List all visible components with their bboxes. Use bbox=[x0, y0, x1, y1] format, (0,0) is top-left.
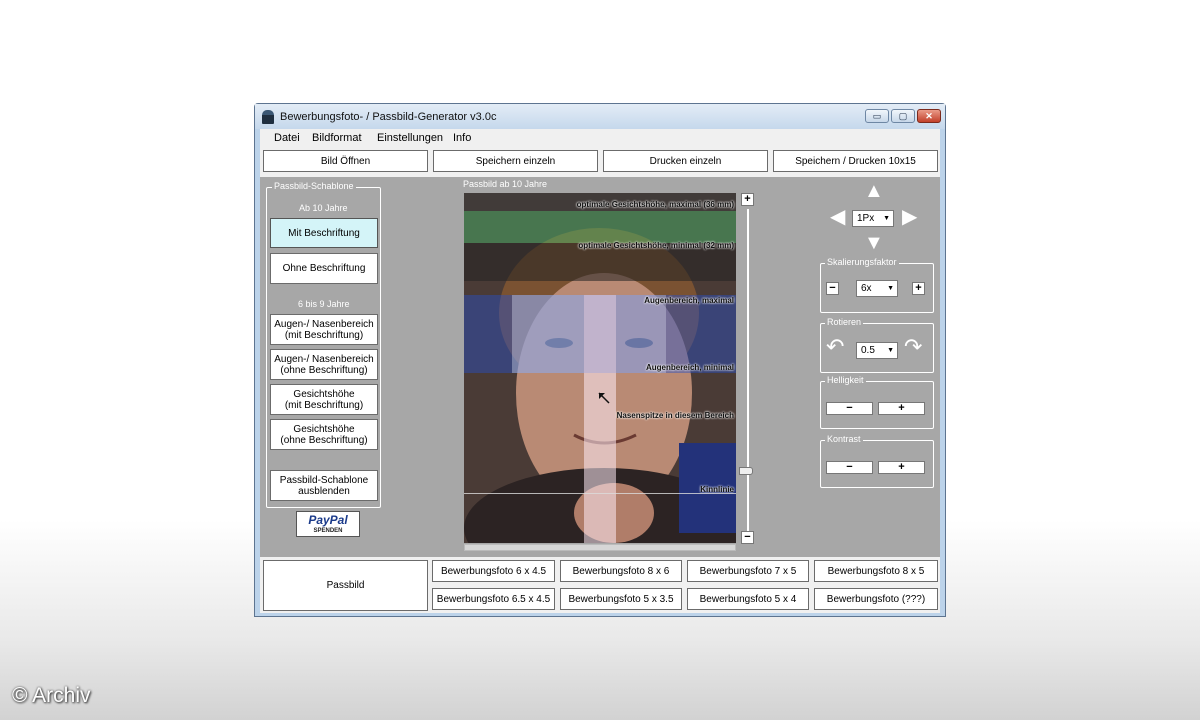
scale-value: 6x bbox=[861, 283, 872, 294]
client-area: Datei Bildformat Einstellungen Info Bild… bbox=[260, 129, 940, 613]
close-button[interactable]: ✕ bbox=[917, 109, 941, 123]
chevron-down-icon: ▼ bbox=[887, 285, 894, 292]
scale-plus-button[interactable]: + bbox=[912, 282, 925, 295]
section-6-9: 6 bis 9 Jahre bbox=[298, 299, 350, 309]
button-line: ausblenden bbox=[298, 485, 350, 497]
button-line: (mit Beschriftung) bbox=[284, 399, 364, 411]
button-line: Gesichtshöhe bbox=[293, 388, 355, 400]
menu-einstellungen[interactable]: Einstellungen bbox=[377, 132, 443, 144]
copyright-watermark: © Archiv bbox=[12, 684, 91, 707]
format-passbild-button[interactable]: Passbild bbox=[263, 560, 428, 611]
menu-info[interactable]: Info bbox=[453, 132, 471, 144]
eye-left-overlay bbox=[512, 295, 584, 373]
paypal-spenden: SPENDEN bbox=[313, 528, 343, 534]
move-down-icon[interactable]: ▼ bbox=[864, 233, 884, 253]
zoom-slider-track[interactable] bbox=[747, 209, 749, 531]
maximize-button[interactable]: ▢ bbox=[891, 109, 915, 123]
button-line: Passbild-Schablone bbox=[279, 474, 369, 486]
format-5x3.5-button[interactable]: Bewerbungsfoto 5 x 3.5 bbox=[560, 588, 682, 610]
contrast-plus-button[interactable]: + bbox=[878, 461, 925, 474]
brightness-minus-button[interactable]: − bbox=[826, 402, 873, 415]
label-eye-min: Augenbereich, minimal bbox=[645, 363, 734, 372]
mouse-cursor-icon bbox=[598, 392, 610, 404]
menu-bar: Datei Bildformat Einstellungen Info bbox=[260, 129, 940, 149]
template-with-labels-button[interactable]: Mit Beschriftung bbox=[270, 218, 378, 248]
brightness-label: Helligkeit bbox=[825, 375, 866, 385]
chevron-down-icon: ▼ bbox=[883, 215, 890, 222]
nose-column-overlay bbox=[584, 295, 616, 543]
format-5x4-button[interactable]: Bewerbungsfoto 5 x 4 bbox=[687, 588, 809, 610]
workspace: Passbild-Schablone Ab 10 Jahre Mit Besch… bbox=[260, 177, 940, 557]
paypal-donate-button[interactable]: PayPal SPENDEN bbox=[296, 511, 360, 537]
save-print-10x15-button[interactable]: Speichern / Drucken 10x15 bbox=[773, 150, 938, 172]
minimize-button[interactable]: ▭ bbox=[865, 109, 889, 123]
photo-preview[interactable]: optimale Gesichtshöhe, maximal (36 mm) o… bbox=[464, 193, 736, 543]
label-nose: Nasenspitze in diesem Bereich bbox=[616, 411, 734, 420]
menu-datei[interactable]: Datei bbox=[274, 132, 300, 144]
button-line: Augen-/ Nasenbereich bbox=[274, 318, 374, 330]
title-bar[interactable]: Bewerbungsfoto- / Passbild-Generator v3.… bbox=[255, 104, 945, 129]
label-face-min: optimale Gesichtshöhe, minimal (32 mm) bbox=[578, 241, 734, 250]
eye-nose-without-labels-button[interactable]: Augen-/ Nasenbereich (ohne Beschriftung) bbox=[270, 349, 378, 380]
format-8x6-button[interactable]: Bewerbungsfoto 8 x 6 bbox=[560, 560, 682, 582]
band-max bbox=[464, 211, 736, 243]
template-group-label: Passbild-Schablone bbox=[272, 181, 356, 191]
open-image-button[interactable]: Bild Öffnen bbox=[263, 150, 428, 172]
app-person-icon bbox=[262, 110, 274, 124]
menu-bildformat[interactable]: Bildformat bbox=[312, 132, 362, 144]
button-line: (ohne Beschriftung) bbox=[280, 434, 368, 446]
window-title: Bewerbungsfoto- / Passbild-Generator v3.… bbox=[280, 111, 497, 123]
step-size-select[interactable]: 1Px ▼ bbox=[852, 210, 894, 227]
eye-right-overlay bbox=[616, 295, 666, 373]
horizontal-scrollbar[interactable] bbox=[464, 544, 736, 551]
move-left-icon[interactable]: ◀ bbox=[830, 207, 845, 227]
photo-caption: Passbild ab 10 Jahre bbox=[463, 179, 548, 189]
contrast-label: Kontrast bbox=[825, 434, 863, 444]
rotate-label: Rotieren bbox=[825, 317, 864, 327]
face-height-with-labels-button[interactable]: Gesichtshöhe (mit Beschriftung) bbox=[270, 384, 378, 415]
scale-minus-button[interactable]: − bbox=[826, 282, 839, 295]
chin-line bbox=[464, 493, 736, 494]
format-6x4.5-button[interactable]: Bewerbungsfoto 6 x 4.5 bbox=[432, 560, 555, 582]
move-right-icon[interactable]: ▶ bbox=[902, 207, 917, 227]
rotate-right-icon[interactable]: ↷ bbox=[904, 336, 922, 358]
move-up-icon[interactable]: ▲ bbox=[864, 181, 884, 201]
format-custom-button[interactable]: Bewerbungsfoto (???) bbox=[814, 588, 938, 610]
contrast-minus-button[interactable]: − bbox=[826, 461, 873, 474]
scale-select[interactable]: 6x ▼ bbox=[856, 280, 898, 297]
save-single-button[interactable]: Speichern einzeln bbox=[433, 150, 598, 172]
button-line: (ohne Beschriftung) bbox=[280, 364, 368, 376]
rotate-step-select[interactable]: 0.5 ▼ bbox=[856, 342, 898, 359]
paypal-logo: PayPal bbox=[308, 513, 348, 527]
button-line: Gesichtshöhe bbox=[293, 423, 355, 435]
format-7x5-button[interactable]: Bewerbungsfoto 7 x 5 bbox=[687, 560, 809, 582]
zoom-out-button[interactable]: − bbox=[741, 531, 754, 544]
format-8x5-button[interactable]: Bewerbungsfoto 8 x 5 bbox=[814, 560, 938, 582]
label-eye-max: Augenbereich, maximal bbox=[644, 296, 734, 305]
chevron-down-icon: ▼ bbox=[887, 347, 894, 354]
template-without-labels-button[interactable]: Ohne Beschriftung bbox=[270, 253, 378, 284]
step-size-value: 1Px bbox=[857, 213, 875, 224]
format-6.5x4.5-button[interactable]: Bewerbungsfoto 6.5 x 4.5 bbox=[432, 588, 555, 610]
button-line: Augen-/ Nasenbereich bbox=[274, 353, 374, 365]
rotate-value: 0.5 bbox=[861, 345, 875, 356]
brightness-plus-button[interactable]: + bbox=[878, 402, 925, 415]
format-panel: Passbild Bewerbungsfoto 6 x 4.5 Bewerbun… bbox=[260, 559, 940, 613]
app-window: Bewerbungsfoto- / Passbild-Generator v3.… bbox=[254, 103, 946, 617]
face-height-without-labels-button[interactable]: Gesichtshöhe (ohne Beschriftung) bbox=[270, 419, 378, 450]
button-line: (mit Beschriftung) bbox=[284, 329, 364, 341]
hide-template-button[interactable]: Passbild-Schablone ausblenden bbox=[270, 470, 378, 501]
zoom-in-button[interactable]: + bbox=[741, 193, 754, 206]
scale-label: Skalierungsfaktor bbox=[825, 257, 899, 267]
print-single-button[interactable]: Drucken einzeln bbox=[603, 150, 768, 172]
rotate-left-icon[interactable]: ↶ bbox=[826, 336, 844, 358]
section-ab-10: Ab 10 Jahre bbox=[299, 203, 348, 213]
label-chin: Kinnlinie bbox=[700, 485, 734, 494]
label-face-max: optimale Gesichtshöhe, maximal (36 mm) bbox=[576, 200, 734, 209]
zoom-slider-thumb[interactable] bbox=[739, 467, 753, 475]
eye-nose-with-labels-button[interactable]: Augen-/ Nasenbereich (mit Beschriftung) bbox=[270, 314, 378, 345]
